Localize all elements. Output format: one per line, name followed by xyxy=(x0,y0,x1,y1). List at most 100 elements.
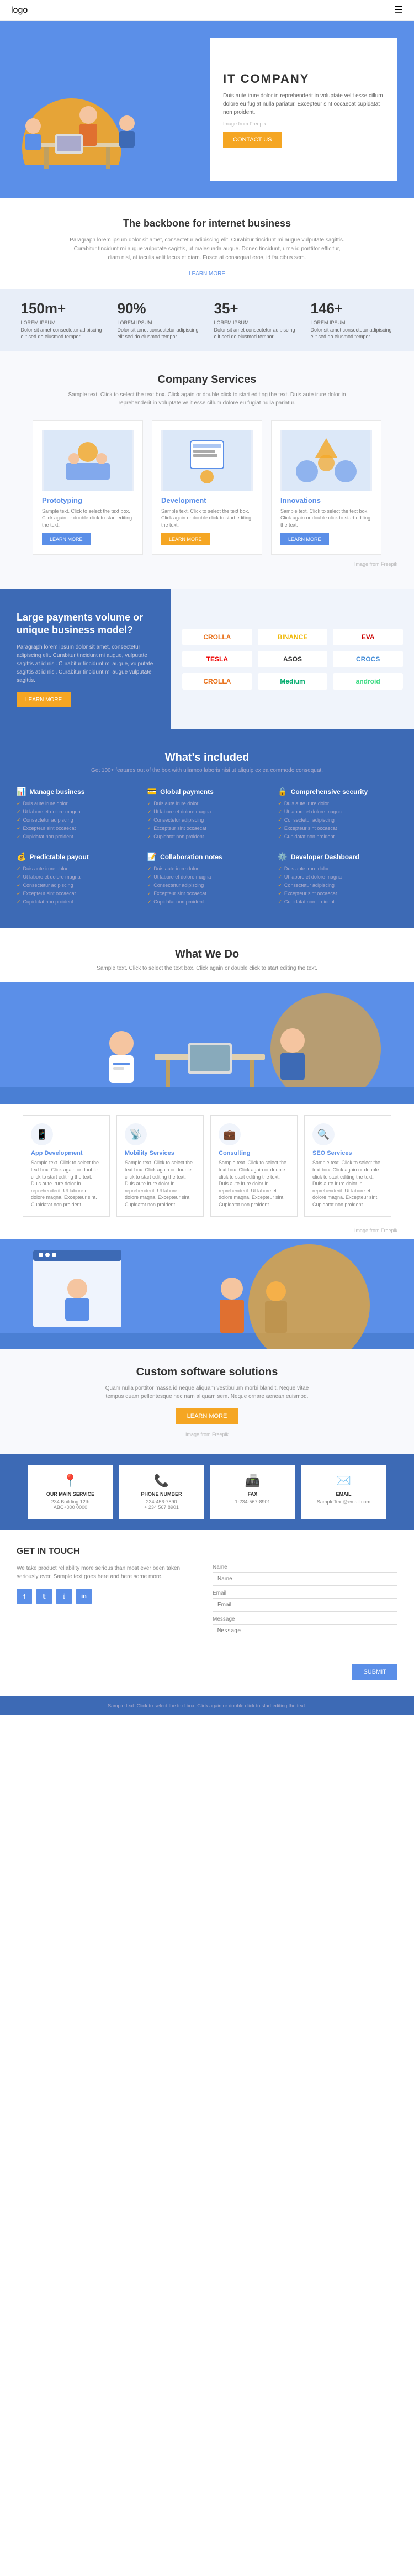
services-title: Company Services xyxy=(17,374,397,386)
payments-section: Large payments volume or unique business… xyxy=(0,589,414,730)
included-list-item: ✓Cupidatat non proident xyxy=(147,898,267,906)
whatwedo-title: What We Do xyxy=(17,948,397,961)
social-icon-linkedin[interactable]: in xyxy=(76,1589,92,1604)
included-list-item: ✓Excepteur sint occaecat xyxy=(17,824,136,833)
wd-card-title-0: App Development xyxy=(31,1150,102,1156)
stat-item-1: 90% LOREM IPSUM Dolor sit amet consectet… xyxy=(118,300,200,340)
included-item-2: 🔒 Comprehensive security ✓Duis aute irur… xyxy=(278,787,397,841)
nav-menu-icon[interactable]: ☰ xyxy=(394,4,403,16)
included-list-item: ✓Consectetur adipiscing xyxy=(147,816,267,824)
name-label: Name xyxy=(213,1564,397,1570)
name-input[interactable] xyxy=(213,1572,397,1586)
included-item-title-4: 📝 Collaboration notes xyxy=(147,852,267,861)
wd-card-title-1: Mobility Services xyxy=(125,1150,195,1156)
footer-card-3: ✉️ EMAIL SampleText@email.com xyxy=(301,1465,386,1519)
custom-button[interactable]: LEARN MORE xyxy=(176,1408,238,1424)
included-list-item: ✓Duis aute irure dolor xyxy=(17,865,136,873)
included-list-item: ✓Excepteur sint occaecat xyxy=(17,890,136,898)
included-list-item: ✓Duis aute irure dolor xyxy=(17,800,136,808)
stat-item-0: 150m+ LOREM IPSUM Dolor sit amet consect… xyxy=(21,300,104,340)
hero-text: Duis aute irure dolor in reprehenderit i… xyxy=(223,92,384,117)
brand-crolla-2: CROLLA xyxy=(182,673,252,690)
included-list-0: ✓Duis aute irure dolor ✓Ut labore et dol… xyxy=(17,800,136,841)
service-card-text-1: Sample text. Click to select the text bo… xyxy=(161,508,253,529)
service-card-button-2[interactable]: LEARN MORE xyxy=(280,533,329,545)
footer-cards: 📍 OUR MAIN SERVICE 234 Building 12th ABC… xyxy=(0,1454,414,1530)
footer-card-line2-1: + 234 567 8901 xyxy=(128,1505,195,1510)
service-card-text-0: Sample text. Click to select the text bo… xyxy=(42,508,134,529)
services-subtitle: Sample text. Click to select the text bo… xyxy=(63,391,351,407)
included-item-3: 💰 Predictable payout ✓Duis aute irure do… xyxy=(17,852,136,906)
wd-card-text-0: Sample text. Click to select the text bo… xyxy=(31,1159,102,1208)
backbone-text: Paragraph lorem ipsum dolor sit amet, co… xyxy=(69,236,345,262)
whatwedo-services-grid: 📱 App Development Sample text. Click to … xyxy=(0,1104,414,1227)
contact-left: We take product reliability more serious… xyxy=(17,1564,201,1680)
wd-card-title-3: SEO Services xyxy=(312,1150,383,1156)
included-item-title-5: ⚙️ Developer Dashboard xyxy=(278,852,397,861)
hero-section: IT COMPANY Duis aute irure dolor in repr… xyxy=(0,21,414,198)
wd-card-text-3: Sample text. Click to select the text bo… xyxy=(312,1159,383,1208)
footer-card-icon-1: 📞 xyxy=(128,1474,195,1488)
payments-title: Large payments volume or unique business… xyxy=(17,611,155,637)
whatwedo-illustration xyxy=(0,982,414,1104)
included-list-item: ✓Consectetur adipiscing xyxy=(17,816,136,824)
brand-medium: Medium xyxy=(258,673,328,690)
social-icon-facebook[interactable]: f xyxy=(17,1589,32,1604)
message-textarea[interactable] xyxy=(213,1624,397,1657)
message-label: Message xyxy=(213,1616,397,1622)
included-list-item: ✓Excepteur sint occaecat xyxy=(278,890,397,898)
social-icon-twitter[interactable]: 𝕥 xyxy=(36,1589,52,1604)
included-list-item: ✓Cupidatat non proident xyxy=(17,898,136,906)
hero-illustration xyxy=(0,21,210,198)
footer-card-line1-1: 234-456-7890 xyxy=(128,1499,195,1505)
included-icon-3: 💰 xyxy=(17,852,26,861)
included-list-item: ✓Ut labore et dolore magna xyxy=(278,808,397,816)
custom-title: Custom software solutions xyxy=(17,1366,397,1379)
submit-button[interactable]: SUBMIT xyxy=(352,1664,397,1680)
payments-button[interactable]: LEARN MORE xyxy=(17,692,71,707)
included-title: What's included xyxy=(17,751,397,764)
footer-card-line1-2: 1-234-567-8901 xyxy=(219,1499,286,1505)
service-card-1: Development Sample text. Click to select… xyxy=(152,420,262,555)
included-icon-5: ⚙️ xyxy=(278,852,287,861)
payments-text: Paragraph lorem ipsum dolor sit amet, co… xyxy=(17,643,155,685)
included-list-item: ✓Cupidatat non proident xyxy=(278,898,397,906)
footer-card-title-0: OUR MAIN SERVICE xyxy=(36,1491,104,1497)
stat-number-1: 90% xyxy=(118,300,200,317)
brand-evga: EVA xyxy=(333,629,403,645)
included-icon-0: 📊 xyxy=(17,787,26,796)
email-label: Email xyxy=(213,1590,397,1596)
service-card-button-0[interactable]: LEARN MORE xyxy=(42,533,91,545)
included-list-item: ✓Duis aute irure dolor xyxy=(147,800,267,808)
hero-image-label: Image from Freepik xyxy=(223,121,384,127)
wd-card-0: 📱 App Development Sample text. Click to … xyxy=(23,1115,110,1216)
social-icon-instagram[interactable]: 𝕚 xyxy=(56,1589,72,1604)
hero-contact-button[interactable]: CONTACT US xyxy=(223,132,282,148)
included-item-5: ⚙️ Developer Dashboard ✓Duis aute irure … xyxy=(278,852,397,906)
wd-card-text-2: Sample text. Click to select the text bo… xyxy=(219,1159,289,1208)
services-grid: Prototyping Sample text. Click to select… xyxy=(17,420,397,555)
included-item-title-1: 💳 Global payments xyxy=(147,787,267,796)
backbone-learn-more[interactable]: LEARN MORE xyxy=(189,271,225,277)
service-card-img-0 xyxy=(42,430,134,491)
included-item-1: 💳 Global payments ✓Duis aute irure dolor… xyxy=(147,787,267,841)
footer-card-title-1: PHONE NUMBER xyxy=(128,1491,195,1497)
service-card-button-1[interactable]: LEARN MORE xyxy=(161,533,210,545)
stat-number-3: 146+ xyxy=(311,300,394,317)
custom-section: Custom software solutions Quam nulla por… xyxy=(0,1239,414,1454)
contact-form: Name Email Message SUBMIT xyxy=(213,1564,397,1680)
stats-section: 150m+ LOREM IPSUM Dolor sit amet consect… xyxy=(0,289,414,351)
brand-asos: ASOS xyxy=(258,651,328,667)
custom-image-label: Image from Freepik xyxy=(17,1432,397,1437)
included-list-4: ✓Duis aute irure dolor ✓Ut labore et dol… xyxy=(147,865,267,906)
wd-card-icon-2: 💼 xyxy=(219,1123,241,1145)
included-list-1: ✓Duis aute irure dolor ✓Ut labore et dol… xyxy=(147,800,267,841)
email-input[interactable] xyxy=(213,1598,397,1612)
brand-crocs: CROCS xyxy=(333,651,403,667)
included-list-item: ✓Consectetur adipiscing xyxy=(278,816,397,824)
whatwedo-image-label: Image from Freepik xyxy=(0,1228,414,1239)
stat-label-3: LOREM IPSUM Dolor sit amet consectetur a… xyxy=(311,319,394,340)
contact-title: GET IN TOUCH xyxy=(17,1547,397,1557)
included-list-item: ✓Ut labore et dolore magna xyxy=(147,873,267,881)
service-card-0: Prototyping Sample text. Click to select… xyxy=(33,420,143,555)
